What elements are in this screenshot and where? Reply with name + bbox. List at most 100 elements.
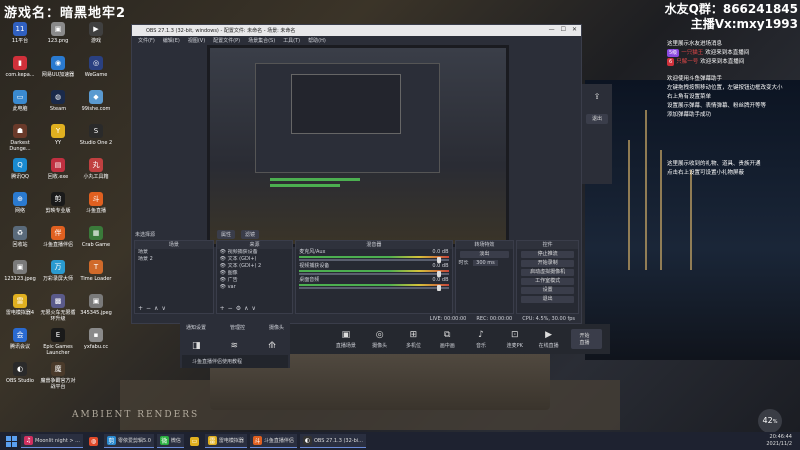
taskbar-item[interactable]: ▭ bbox=[187, 434, 202, 448]
desktop-icon[interactable]: ☗ Darkest Dunge... bbox=[2, 124, 38, 152]
taskbar-item[interactable]: 微微信 bbox=[156, 434, 184, 448]
desktop-icon[interactable]: ▩ 无限火车无限循环升级 bbox=[40, 294, 76, 322]
visibility-icon[interactable]: 👁 bbox=[220, 284, 228, 290]
scene-item[interactable]: 场景 bbox=[135, 249, 213, 256]
desktop-icon[interactable]: 会腾讯会议 bbox=[2, 328, 38, 350]
control-button[interactable]: 工作室模式 bbox=[521, 278, 574, 285]
tool-item[interactable]: ⧉ 画中画 bbox=[436, 330, 458, 349]
menu-item[interactable]: 视图(V) bbox=[188, 37, 205, 44]
desktop-icon[interactable]: ▣ 123123.jpeg bbox=[2, 260, 38, 282]
control-button[interactable]: 设置 bbox=[521, 287, 574, 294]
menu-item[interactable]: 工具(T) bbox=[283, 37, 300, 44]
desktop-icon[interactable]: ▶ 游戏 bbox=[78, 22, 114, 44]
visibility-icon[interactable]: 👁 bbox=[220, 263, 228, 269]
volume-slider-handle[interactable] bbox=[436, 285, 441, 291]
visibility-icon[interactable]: 👁 bbox=[220, 256, 228, 262]
volume-slider-handle[interactable] bbox=[436, 271, 441, 277]
desktop-icon[interactable]: Q 腾讯QQ bbox=[2, 158, 38, 180]
start-live-button[interactable]: 开始直播 bbox=[571, 329, 602, 349]
control-button[interactable]: 开始录制 bbox=[521, 260, 574, 267]
sources-toolbar[interactable]: +−⚙∧∨ bbox=[220, 305, 259, 312]
control-button[interactable]: 启动虚拟摄像机 bbox=[521, 269, 574, 276]
source-item[interactable]: 👁 视频捕获设备 bbox=[217, 249, 293, 256]
visibility-icon[interactable]: 👁 bbox=[220, 270, 228, 276]
desktop-icon[interactable]: T Time Loader bbox=[78, 260, 114, 282]
desktop-icon[interactable]: ▮ com.kepa... bbox=[2, 56, 38, 78]
visibility-icon[interactable]: 👁 bbox=[220, 277, 228, 283]
desktop-icon[interactable]: ▭ 此电脑 bbox=[2, 90, 38, 112]
obs-window[interactable]: OBS 27.1.3 (32-bit, windows) - 配置文件: 未命名… bbox=[131, 24, 582, 324]
transition-select[interactable]: 淡出 bbox=[459, 251, 510, 258]
panel-tab[interactable]: 通知设置 bbox=[186, 324, 206, 331]
desktop-icon[interactable]: 万万彩录屏大师 bbox=[40, 260, 76, 282]
desktop-icon[interactable]: 伴斗鱼直播伴侣 bbox=[40, 226, 76, 248]
tutorial-note[interactable]: 斗鱼直播伴侣使用教程 bbox=[182, 355, 288, 368]
taskbar-item[interactable]: 斗斗鱼直播伴侣 bbox=[249, 434, 297, 448]
desktop-icon[interactable]: ▦ Crab Game bbox=[78, 226, 114, 248]
visibility-icon[interactable]: 👁 bbox=[220, 249, 228, 255]
layers-icon[interactable]: ≋ bbox=[231, 341, 239, 351]
volume-slider[interactable] bbox=[299, 285, 449, 291]
exit-button[interactable]: 退出 bbox=[586, 114, 608, 124]
tool-item[interactable]: ◎ 摄像头 bbox=[369, 330, 391, 349]
taskbar-clock[interactable]: 20:46:44 2021/11/2 bbox=[766, 434, 792, 448]
filters-button[interactable]: 滤镜 bbox=[241, 230, 260, 239]
live-record-icon[interactable]: ◨ bbox=[192, 341, 201, 351]
desktop-icon[interactable]: ♻ 回收站 bbox=[2, 226, 38, 248]
close-icon[interactable]: ✕ bbox=[572, 26, 577, 33]
properties-button[interactable]: 属性 bbox=[217, 230, 236, 239]
start-icon[interactable] bbox=[4, 434, 18, 448]
desktop-icon[interactable]: ◍ Steam bbox=[40, 90, 76, 112]
source-item[interactable]: 👁 图像 bbox=[217, 270, 293, 277]
desktop-icon[interactable]: 斗斗鱼直播 bbox=[78, 192, 114, 214]
tool-item[interactable]: ⊡ 连麦PK bbox=[504, 330, 526, 349]
taskbar-item[interactable]: ◍ bbox=[86, 434, 101, 448]
panel-tab[interactable]: 管理控 bbox=[230, 324, 245, 331]
obs-titlebar[interactable]: OBS 27.1.3 (32-bit, windows) - 配置文件: 未命名… bbox=[132, 25, 581, 36]
performance-rate[interactable]: 42% bbox=[758, 409, 782, 433]
control-button[interactable]: 停止推流 bbox=[521, 251, 574, 258]
volume-slider[interactable] bbox=[299, 271, 449, 277]
obs-preview[interactable] bbox=[207, 45, 509, 247]
share-icon[interactable]: ⇪ bbox=[592, 92, 602, 102]
desktop-icon[interactable]: ▣ 123.png bbox=[40, 22, 76, 44]
tool-item[interactable]: ▶ 在线直播 bbox=[538, 330, 560, 349]
minimize-icon[interactable]: — bbox=[549, 26, 555, 33]
desktop-icon[interactable]: ◐ OBS Studio bbox=[2, 362, 38, 384]
scene-item[interactable]: 场景 2 bbox=[135, 256, 213, 263]
taskbar-item[interactable]: 雷雷电模拟器 bbox=[204, 434, 247, 448]
source-item[interactable]: 👁 var bbox=[217, 284, 293, 291]
taskbar-item[interactable]: ♫ Moonlit night > ... bbox=[21, 434, 83, 448]
desktop-icon[interactable]: 丸小丸工具箱 bbox=[78, 158, 114, 180]
desktop-icon[interactable]: ▤ 回收.exe bbox=[40, 158, 76, 180]
desktop-icon[interactable]: Y YY bbox=[40, 124, 76, 146]
desktop-icon[interactable]: 魔魔兽争霸官方对战平台 bbox=[40, 362, 76, 390]
panel-tab[interactable]: 摄像头 bbox=[269, 324, 284, 331]
menu-item[interactable]: 编辑(E) bbox=[163, 37, 180, 44]
desktop-icon[interactable]: ⊕ 网络 bbox=[2, 192, 38, 214]
menu-item[interactable]: 帮助(H) bbox=[308, 37, 326, 44]
stack-icon[interactable]: ⟰ bbox=[268, 341, 276, 351]
desktop-icon[interactable]: 剪剪映专业版 bbox=[40, 192, 76, 214]
tool-item[interactable]: ▣ 直播场景 bbox=[335, 330, 357, 349]
desktop-icon[interactable]: 11 11平台 bbox=[2, 22, 38, 44]
desktop-icon[interactable]: ▪ yxfabu.cc bbox=[78, 328, 114, 350]
volume-slider[interactable] bbox=[299, 257, 449, 263]
source-item[interactable]: 👁 文本 (GDI+) bbox=[217, 256, 293, 263]
duration-input[interactable]: 300 ms bbox=[473, 260, 498, 266]
desktop-icon[interactable]: ▣ 345345.jpeg bbox=[78, 294, 114, 316]
source-item[interactable]: 👁 文本 (GDI+) 2 bbox=[217, 263, 293, 270]
tool-item[interactable]: ⊞ 多机位 bbox=[403, 330, 425, 349]
menu-item[interactable]: 场景集合(S) bbox=[248, 37, 275, 44]
source-item[interactable]: 👁 广告 bbox=[217, 277, 293, 284]
menu-item[interactable]: 文件(F) bbox=[138, 37, 155, 44]
desktop-icon[interactable]: 雷雷电模拟器4 bbox=[2, 294, 38, 316]
desktop-icon[interactable]: E Epic Games Launcher bbox=[40, 328, 76, 356]
control-button[interactable]: 退出 bbox=[521, 296, 574, 303]
taskbar-item[interactable]: 剪零依爱剪辑5.0 bbox=[103, 434, 154, 448]
desktop-icon[interactable]: S Studio One 2 bbox=[78, 124, 114, 146]
volume-slider-handle[interactable] bbox=[436, 257, 441, 263]
maximize-icon[interactable]: ☐ bbox=[561, 26, 566, 33]
desktop-icon[interactable]: ◉ 网易UU加速器 bbox=[40, 56, 76, 78]
desktop-icon[interactable]: ◆ 99ishe.com bbox=[78, 90, 114, 112]
